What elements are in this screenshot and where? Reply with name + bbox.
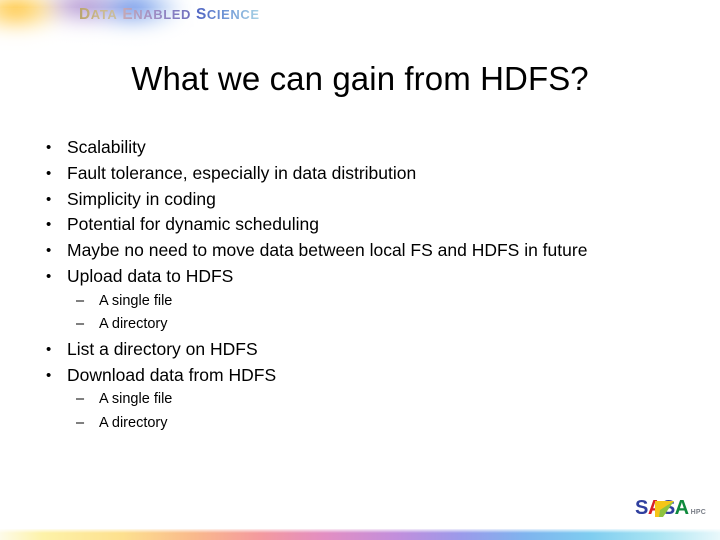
bullet-marker-icon: • bbox=[46, 340, 52, 358]
header-wordmark: DATA ENABLED SCIENCE bbox=[79, 5, 260, 25]
sub-bullet-marker-icon: – bbox=[76, 292, 85, 309]
page-title: What we can gain from HDFS? bbox=[131, 60, 589, 97]
bullet-item: • Potential for dynamic scheduling bbox=[44, 212, 704, 238]
bottom-gradient-bar bbox=[0, 529, 720, 540]
wordmark-data-rest: ATA bbox=[90, 7, 118, 22]
bullet-marker-icon: • bbox=[46, 366, 52, 384]
wordmark-word-science: SCIENCE bbox=[196, 6, 260, 23]
wordmark-science-rest: CIENCE bbox=[206, 7, 260, 22]
wordmark-enabled-rest: NABLED bbox=[133, 7, 192, 22]
bullet-item-label: Simplicity in coding bbox=[67, 188, 216, 209]
content-body: • Scalability • Fault tolerance, especially… bbox=[44, 135, 704, 435]
bullet-marker-icon: • bbox=[46, 216, 52, 234]
bullet-item: • Scalability bbox=[44, 135, 704, 161]
salsa-logo-subtext: HPC bbox=[690, 509, 706, 516]
sub-bullet-item-label: A directory bbox=[99, 414, 168, 431]
bullet-item: • Maybe no need to move data between loca… bbox=[44, 238, 704, 264]
wordmark-data-cap: D bbox=[79, 6, 91, 23]
sub-bullet-item-label: A single file bbox=[99, 391, 173, 408]
bullet-item: • Upload data to HDFS bbox=[44, 264, 704, 290]
bullet-item-label: Download data from HDFS bbox=[67, 364, 277, 385]
salsa-letter-s1: S bbox=[635, 497, 648, 519]
sub-bullet-marker-icon: – bbox=[76, 414, 85, 431]
sub-bullet-item: – A single file bbox=[76, 388, 704, 412]
sub-bullet-item: – A directory bbox=[76, 412, 704, 436]
bullet-item: • Fault tolerance, especially in data dis… bbox=[44, 161, 704, 187]
sub-bullet-item-label: A directory bbox=[99, 316, 168, 333]
bullet-marker-icon: • bbox=[46, 242, 52, 260]
sub-bullet-item: – A single file bbox=[76, 290, 704, 314]
bullet-marker-icon: • bbox=[46, 190, 52, 208]
sub-bullet-item-label: A single file bbox=[99, 292, 173, 309]
sub-bullet-item: – A directory bbox=[76, 313, 704, 337]
bullet-list: • Scalability • Fault tolerance, especially… bbox=[44, 135, 704, 435]
bullet-item-label: Potential for dynamic scheduling bbox=[67, 214, 319, 235]
wordmark-word-enabled: ENABLED bbox=[122, 6, 191, 23]
slide: DATA ENABLED SCIENCE What we can gain fr… bbox=[0, 0, 720, 540]
bullet-item-label: Fault tolerance, especially in data dist… bbox=[67, 162, 417, 183]
salsa-swoosh-icon bbox=[654, 499, 675, 518]
wordmark-enabled-cap: E bbox=[122, 6, 134, 23]
bullet-item-label: Scalability bbox=[67, 137, 146, 157]
bullet-item-label: List a directory on HDFS bbox=[67, 338, 258, 359]
bullet-marker-icon: • bbox=[46, 139, 52, 156]
sub-bullet-list: – A single file – A directory bbox=[44, 290, 704, 337]
wordmark-science-cap: S bbox=[195, 6, 207, 23]
wordmark-word-data: DATA bbox=[79, 6, 117, 23]
bullet-item: • Download data from HDFS bbox=[44, 363, 704, 389]
bullet-marker-icon: • bbox=[46, 164, 52, 182]
salsa-letter-a2: A bbox=[674, 497, 689, 519]
bullet-item: • List a directory on HDFS bbox=[44, 337, 704, 363]
salsa-logo: SASA HPC bbox=[635, 496, 706, 518]
bullet-item-label: Maybe no need to move data between local… bbox=[67, 240, 588, 261]
sub-bullet-group: – A single file – A directory bbox=[44, 290, 704, 337]
bullet-item: • Simplicity in coding bbox=[44, 187, 704, 213]
bottom-bar-fade bbox=[0, 529, 720, 533]
sub-bullet-list: – A single file – A directory bbox=[44, 388, 704, 435]
sub-bullet-group: – A single file – A directory bbox=[44, 388, 704, 435]
sub-bullet-marker-icon: – bbox=[76, 316, 85, 333]
bullet-marker-icon: • bbox=[46, 267, 52, 285]
bullet-item-label: Upload data to HDFS bbox=[67, 265, 234, 286]
salsa-logo-letters: SASA bbox=[635, 498, 689, 518]
sub-bullet-marker-icon: – bbox=[76, 391, 85, 408]
